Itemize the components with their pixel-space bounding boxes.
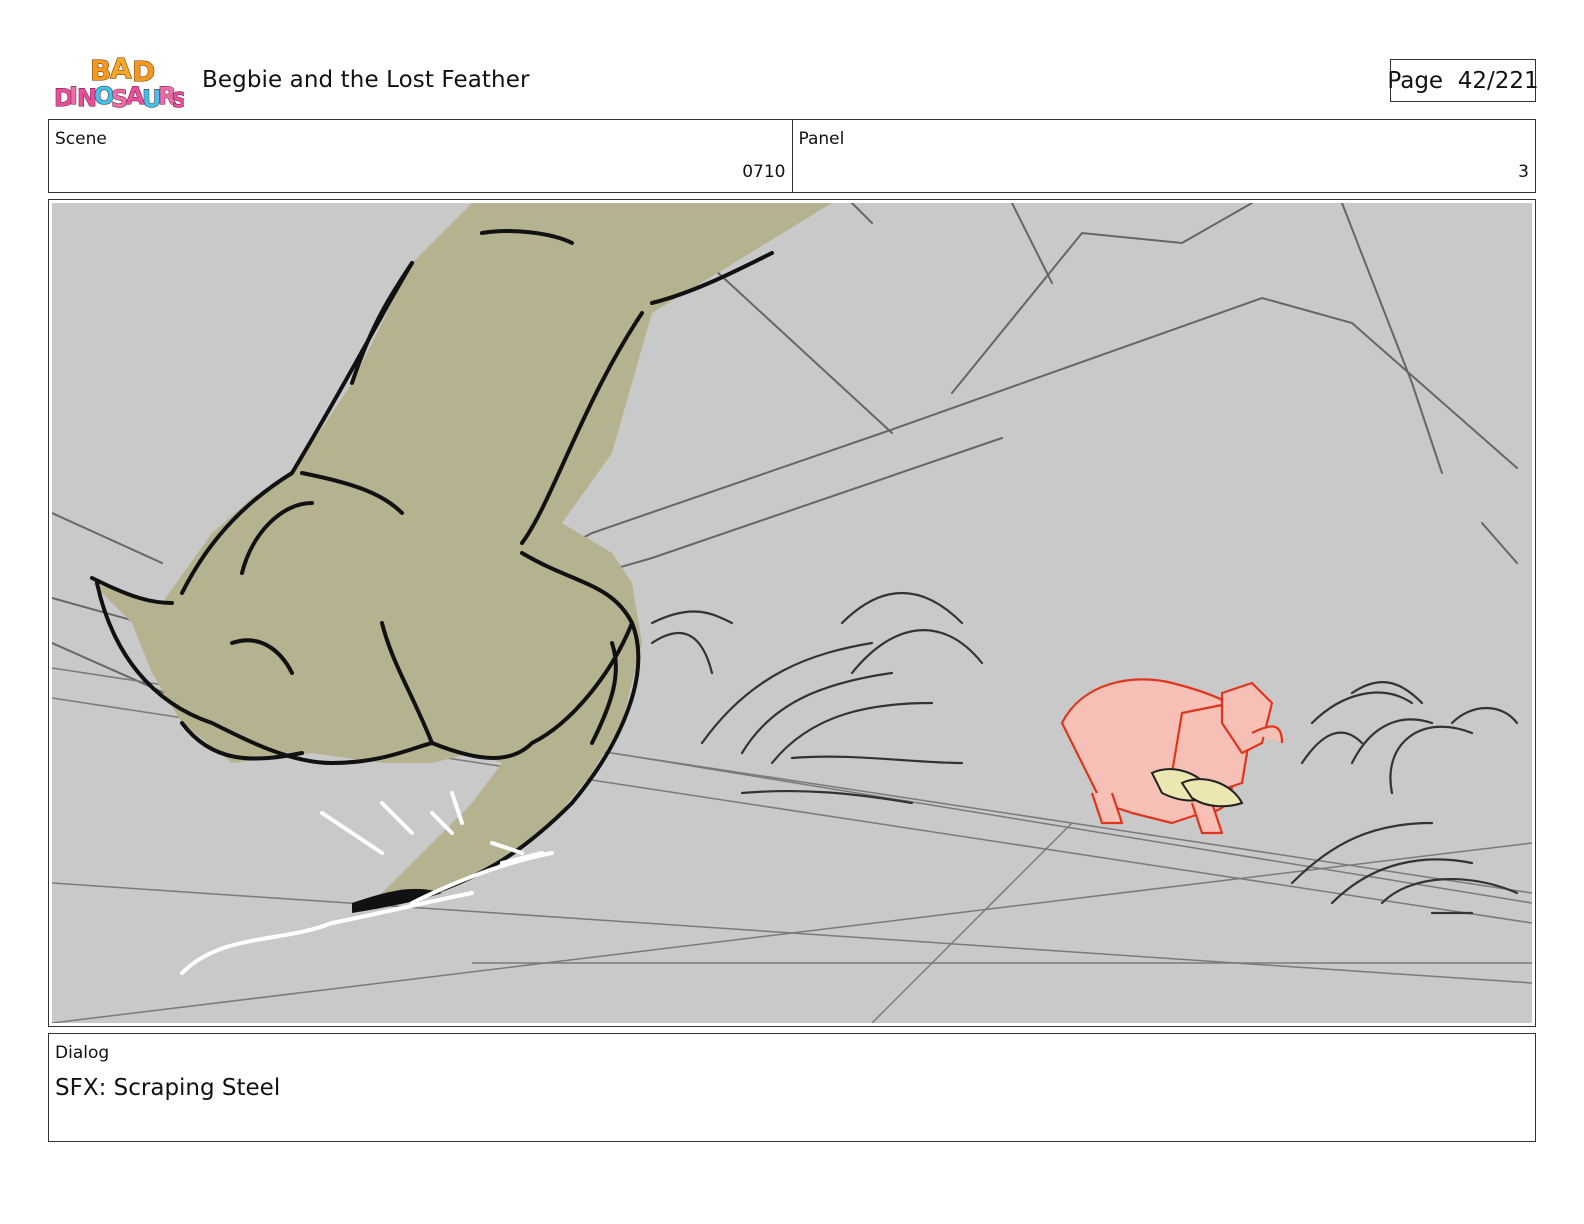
panel-label: Panel	[798, 129, 845, 149]
scene-number: 0710	[742, 162, 786, 182]
panel-cell: Panel 3	[791, 120, 1536, 192]
svg-text:A: A	[110, 52, 132, 85]
dialog-label: Dialog	[55, 1043, 110, 1063]
panel-number: 3	[1518, 162, 1529, 182]
scene-panel-row: Scene 0710 Panel 3	[48, 119, 1536, 193]
document-title: Begbie and the Lost Feather	[202, 67, 530, 93]
storyboard-panel-frame	[48, 199, 1536, 1027]
storyboard-drawing	[52, 203, 1532, 1023]
dialog-text: SFX: Scraping Steel	[55, 1075, 281, 1101]
scene-label: Scene	[55, 129, 107, 149]
page-number: Page 42/221	[1387, 59, 1539, 102]
bad-dinosaurs-logo: B A D D I N O S A U R S	[54, 52, 185, 112]
dialog-box: Dialog SFX: Scraping Steel	[48, 1033, 1536, 1142]
svg-text:S: S	[172, 88, 184, 112]
scene-cell: Scene 0710	[49, 120, 792, 192]
